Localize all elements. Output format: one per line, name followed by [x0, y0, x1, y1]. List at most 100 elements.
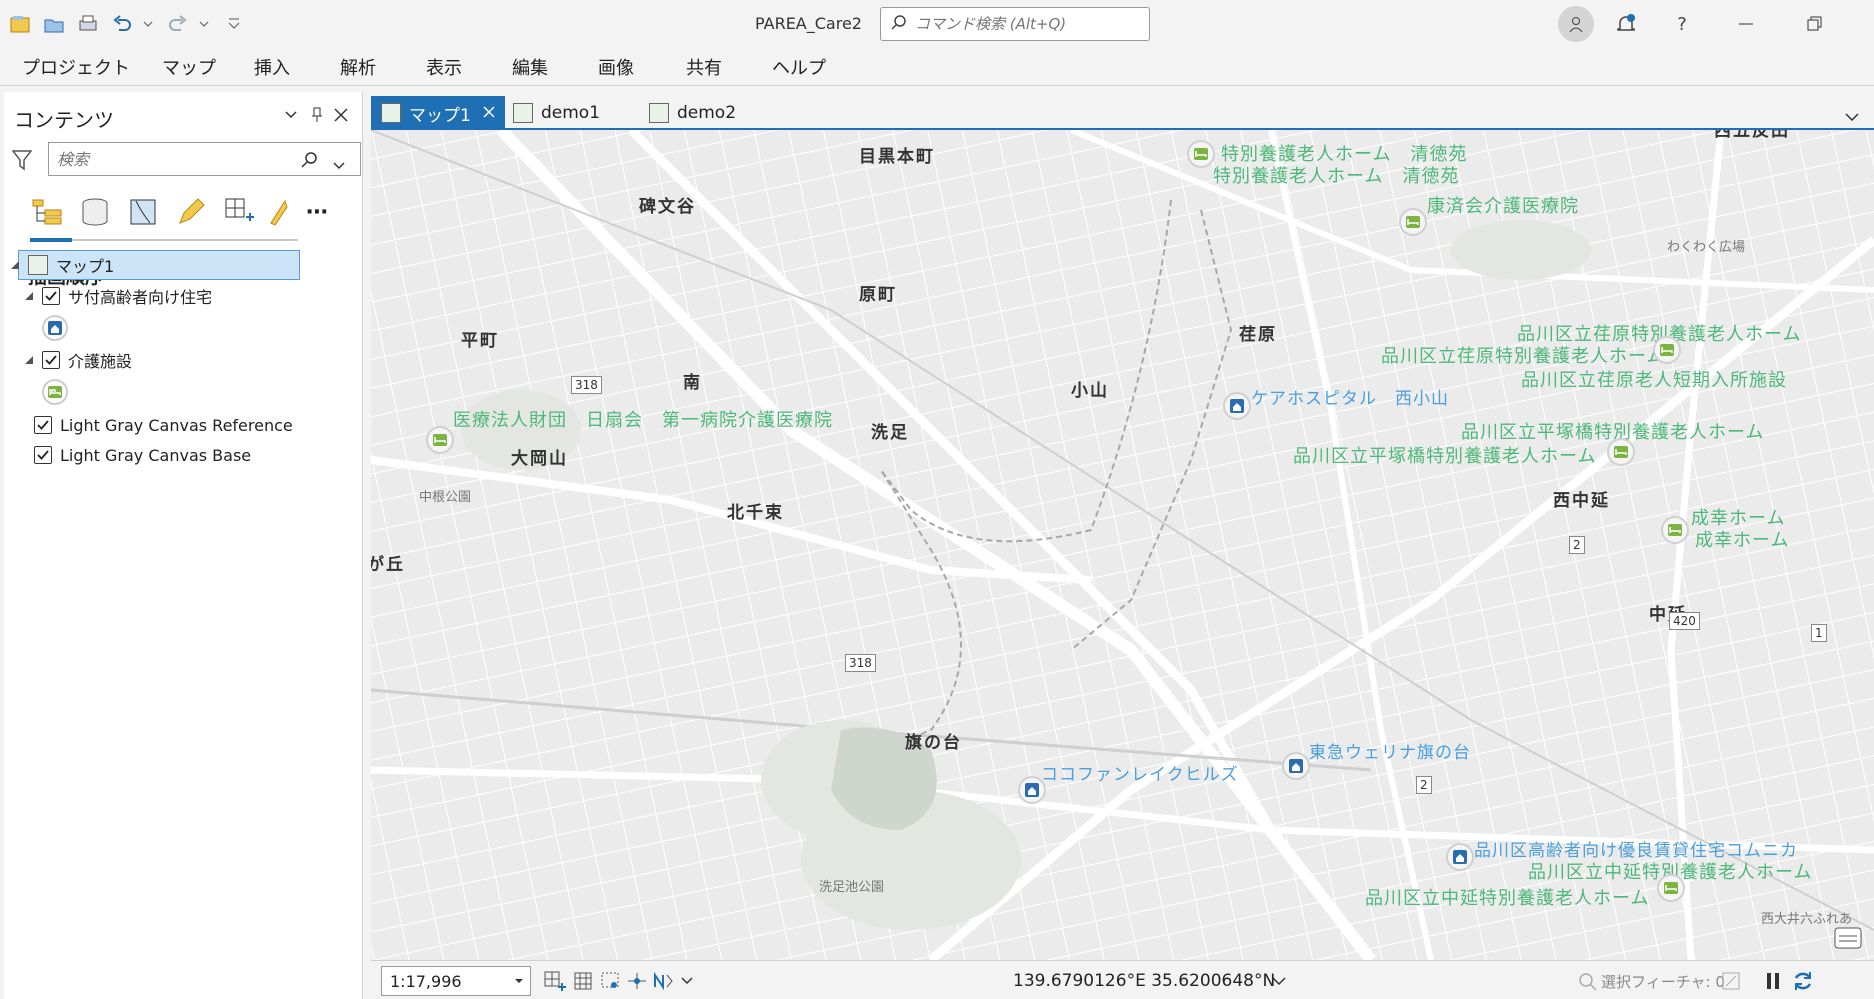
care-facility-marker-icon[interactable] — [1399, 208, 1427, 236]
menu-insert[interactable]: 挿入 — [254, 54, 290, 80]
park-label: 西大井六ふれあ — [1761, 912, 1853, 927]
tab-demo2[interactable]: demo2 — [639, 96, 746, 130]
refresh-icon[interactable] — [1791, 969, 1815, 993]
care-facility-marker-icon[interactable] — [1657, 874, 1685, 902]
selection-icon[interactable] — [122, 192, 164, 232]
layer-row[interactable]: 介護施設 — [22, 345, 132, 375]
search-dropdown-icon[interactable] — [333, 155, 345, 174]
constraints-icon[interactable] — [625, 969, 649, 993]
collapse-icon[interactable] — [22, 291, 36, 301]
map-status-bar: 1:17,996 139.6790126°E 35.6200648°N 選択フィ… — [371, 960, 1874, 999]
care-facility-label: 品川区立平塚橋特別養護老人ホーム — [1293, 446, 1597, 467]
restore-icon[interactable] — [1796, 6, 1832, 42]
layer-visibility-checkbox[interactable] — [42, 287, 60, 305]
scale-value: 1:17,996 — [390, 971, 462, 991]
tree-map-node[interactable]: マップ1 — [8, 250, 300, 280]
care-facility-symbol-icon[interactable] — [42, 379, 68, 405]
contents-title: コンテンツ — [14, 108, 114, 132]
menu-view[interactable]: 表示 — [426, 54, 462, 80]
layer-visibility-checkbox[interactable] — [42, 351, 60, 369]
data-source-icon[interactable] — [74, 192, 116, 232]
contents-pane: コンテンツ 検索 ⋯ マップ1 サ付高齢者向け住宅 介護施設 Light Gra… — [4, 92, 363, 999]
help-icon[interactable]: ? — [1664, 6, 1700, 42]
editing-icon[interactable] — [170, 192, 212, 232]
customize-icon[interactable] — [220, 12, 248, 36]
senior-housing-label: ココファンレイクヒルズ — [1041, 765, 1239, 785]
undo-dropdown-icon[interactable] — [142, 12, 154, 36]
map-view[interactable]: 目黒本町 西五反田 碑文谷 原町 平町 荏原 南 小山 洗足 大岡山 北千束 西… — [371, 130, 1874, 960]
scale-selector[interactable]: 1:17,996 — [381, 966, 531, 996]
close-pane-icon[interactable] — [330, 104, 352, 126]
menu-project[interactable]: プロジェクト — [22, 54, 130, 80]
place-label: 南 — [683, 373, 702, 393]
layer-row[interactable]: Light Gray Canvas Reference — [34, 410, 293, 440]
chevron-down-icon[interactable] — [675, 969, 699, 993]
zoom-to-selection-icon[interactable] — [1575, 969, 1599, 993]
layer-row[interactable]: Light Gray Canvas Base — [34, 440, 251, 470]
senior-housing-marker-icon[interactable] — [1018, 776, 1046, 804]
tab-overflow-icon[interactable] — [1845, 106, 1859, 125]
tab-map1[interactable]: マップ1 — [371, 96, 505, 130]
snapping-icon[interactable] — [218, 192, 260, 232]
layer-row[interactable]: サ付高齢者向け住宅 — [22, 281, 212, 311]
layer-visibility-checkbox[interactable] — [34, 416, 52, 434]
senior-housing-marker-icon[interactable] — [1223, 392, 1251, 420]
labeling-icon[interactable] — [266, 192, 290, 232]
snapping-toggle-icon[interactable] — [599, 969, 623, 993]
care-facility-marker-icon[interactable] — [1661, 516, 1689, 544]
senior-housing-marker-icon[interactable] — [1446, 843, 1474, 871]
menu-edit[interactable]: 編集 — [512, 54, 548, 80]
pause-drawing-icon[interactable] — [1761, 969, 1785, 993]
redo-icon[interactable] — [164, 12, 192, 36]
pane-options-dropdown-icon[interactable] — [280, 104, 302, 126]
senior-housing-marker-icon[interactable] — [1282, 752, 1310, 780]
tab-demo1[interactable]: demo1 — [503, 96, 610, 130]
print-icon[interactable] — [74, 12, 102, 36]
add-grid-icon[interactable] — [543, 969, 567, 993]
contents-search-box[interactable] — [48, 142, 361, 176]
menu-imagery[interactable]: 画像 — [598, 54, 634, 80]
senior-housing-label: ケアホスピタル 西小山 — [1251, 389, 1449, 409]
pin-icon[interactable] — [306, 104, 328, 126]
senior-housing-label: 品川区高齢者向け優良賃貸住宅コムニカ — [1474, 841, 1798, 861]
map-overlay-toggle-icon[interactable] — [1833, 926, 1863, 956]
rotation-icon[interactable] — [651, 969, 675, 993]
command-search-box[interactable] — [880, 7, 1150, 41]
clear-selection-icon[interactable] — [1719, 969, 1743, 993]
collapse-icon[interactable] — [22, 355, 36, 365]
place-label: が丘 — [371, 555, 405, 575]
command-search-input[interactable] — [915, 15, 1145, 33]
more-options-icon[interactable]: ⋯ — [296, 192, 338, 232]
search-icon[interactable] — [301, 151, 319, 173]
layer-name: Light Gray Canvas Reference — [60, 415, 293, 435]
menu-analysis[interactable]: 解析 — [340, 54, 376, 80]
contents-search-input[interactable] — [57, 149, 287, 169]
menu-map[interactable]: マップ — [162, 54, 216, 80]
map-icon — [649, 103, 669, 123]
care-facility-marker-icon[interactable] — [1653, 336, 1681, 364]
open-project-icon[interactable] — [40, 12, 68, 36]
care-facility-marker-icon[interactable] — [426, 426, 454, 454]
collapse-icon[interactable] — [8, 260, 22, 270]
route-shield: 2 — [1416, 776, 1432, 794]
close-tab-icon[interactable] — [483, 103, 495, 123]
grid-icon[interactable] — [571, 969, 595, 993]
menu-share[interactable]: 共有 — [686, 54, 722, 80]
coordinate-format-dropdown-icon[interactable] — [1267, 969, 1291, 993]
drawing-order-icon[interactable] — [26, 192, 68, 232]
user-avatar[interactable] — [1558, 6, 1594, 42]
senior-housing-symbol-icon[interactable] — [42, 315, 68, 341]
care-facility-label: 品川区立中延特別養護老人ホーム — [1365, 888, 1650, 909]
undo-icon[interactable] — [108, 12, 136, 36]
care-facility-marker-icon[interactable] — [1607, 438, 1635, 466]
minimize-icon[interactable] — [1728, 6, 1764, 42]
place-label: 目黒本町 — [859, 147, 935, 167]
new-project-icon[interactable] — [6, 12, 34, 36]
layer-visibility-checkbox[interactable] — [34, 446, 52, 464]
menu-help[interactable]: ヘルプ — [772, 54, 826, 80]
redo-dropdown-icon[interactable] — [198, 12, 210, 36]
notification-bell-icon[interactable] — [1608, 6, 1644, 42]
chevron-down-icon — [515, 979, 523, 983]
filter-icon[interactable] — [11, 149, 33, 175]
care-facility-marker-icon[interactable] — [1187, 140, 1215, 168]
